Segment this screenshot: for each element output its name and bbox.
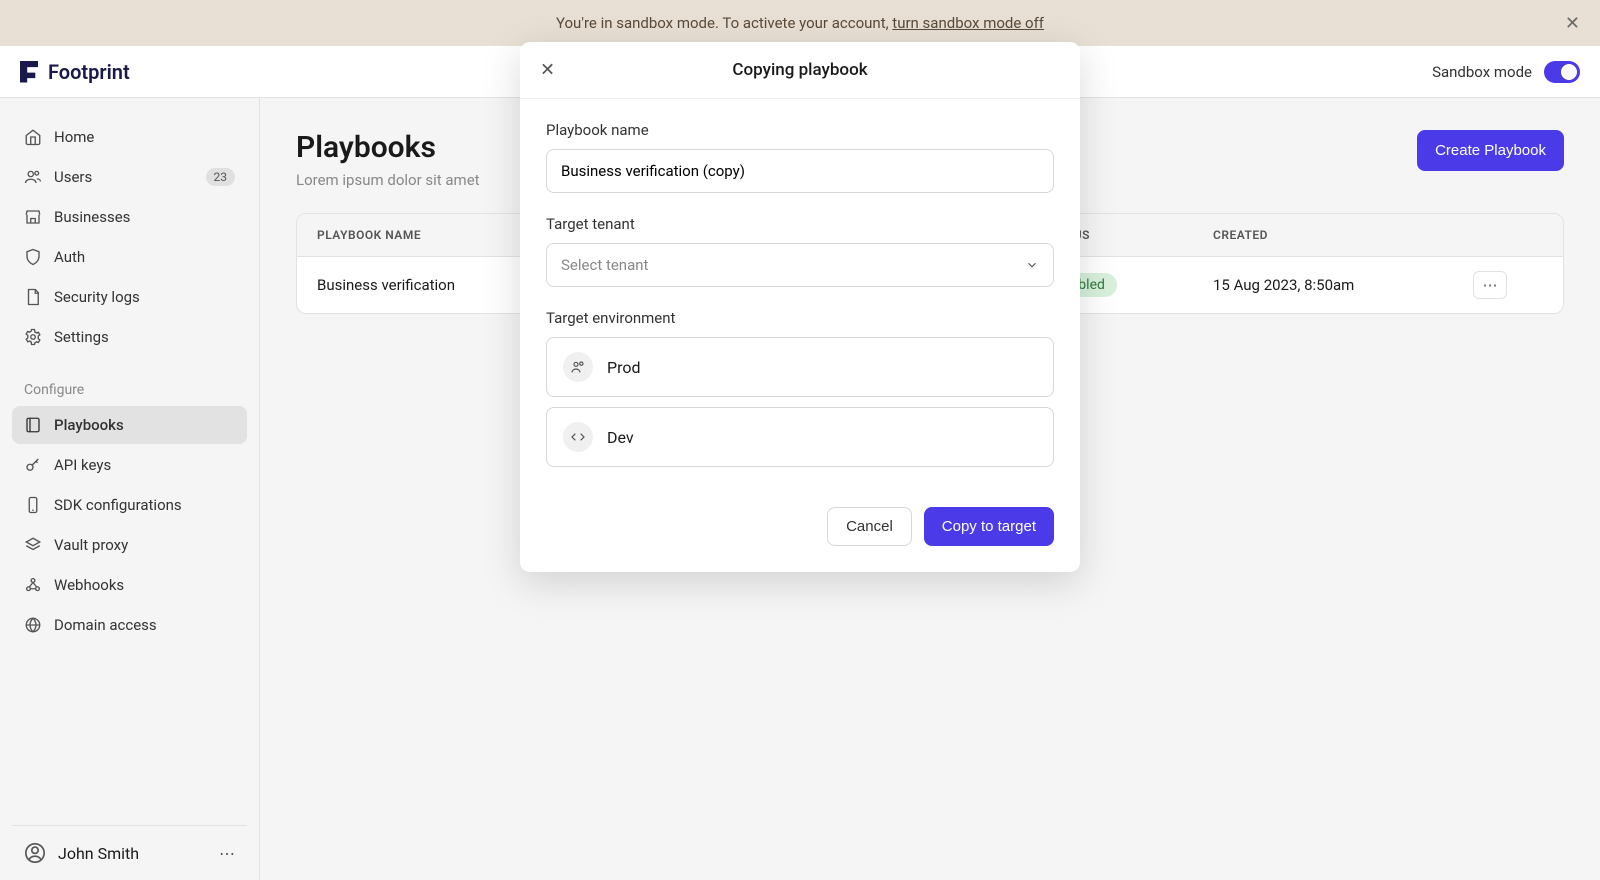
- book-icon: [24, 416, 42, 434]
- copy-to-target-button[interactable]: Copy to target: [924, 507, 1054, 546]
- sidebar-item-sdk-config[interactable]: SDK configurations: [12, 486, 247, 524]
- sidebar-item-auth[interactable]: Auth: [12, 238, 247, 276]
- row-created: 15 Aug 2023, 8:50am: [1213, 276, 1473, 294]
- home-icon: [24, 128, 42, 146]
- footprint-logo-icon: [20, 61, 38, 83]
- tenant-placeholder: Select tenant: [561, 256, 648, 274]
- sidebar-item-domain-access[interactable]: Domain access: [12, 606, 247, 644]
- gear-icon: [24, 328, 42, 346]
- sandbox-banner: You're in sandbox mode. To activete your…: [0, 0, 1600, 46]
- env-option-prod[interactable]: Prod: [546, 337, 1054, 397]
- create-playbook-button[interactable]: Create Playbook: [1417, 130, 1564, 171]
- layers-icon: [24, 536, 42, 554]
- modal-header: ✕ Copying playbook: [520, 42, 1080, 99]
- playbook-name-label: Playbook name: [546, 121, 1054, 139]
- target-env-label: Target environment: [546, 309, 1054, 327]
- banner-text: You're in sandbox mode. To activete your…: [556, 14, 1044, 32]
- sandbox-toggle[interactable]: [1544, 61, 1580, 83]
- users-count-badge: 23: [206, 168, 236, 186]
- key-icon: [24, 456, 42, 474]
- sidebar-item-settings[interactable]: Settings: [12, 318, 247, 356]
- target-tenant-select[interactable]: Select tenant: [546, 243, 1054, 287]
- shield-icon: [24, 248, 42, 266]
- cancel-button[interactable]: Cancel: [827, 507, 912, 546]
- sidebar-item-webhooks[interactable]: Webhooks: [12, 566, 247, 604]
- modal-title: Copying playbook: [732, 60, 867, 80]
- page-subtitle: Lorem ipsum dolor sit amet: [296, 171, 480, 189]
- configure-section-label: Configure: [12, 374, 247, 406]
- turn-sandbox-off-link[interactable]: turn sandbox mode off: [892, 14, 1044, 32]
- sidebar-item-vault-proxy[interactable]: Vault proxy: [12, 526, 247, 564]
- sidebar-item-api-keys[interactable]: API keys: [12, 446, 247, 484]
- sidebar: Home Users 23 Businesses Auth Security l…: [0, 98, 260, 880]
- sidebar-item-home[interactable]: Home: [12, 118, 247, 156]
- sidebar-item-users[interactable]: Users 23: [12, 158, 247, 196]
- sidebar-item-playbooks[interactable]: Playbooks: [12, 406, 247, 444]
- env-option-dev[interactable]: Dev: [546, 407, 1054, 467]
- playbook-name-input[interactable]: [546, 149, 1054, 193]
- row-menu-button[interactable]: ⋯: [1473, 271, 1507, 299]
- device-icon: [24, 496, 42, 514]
- sandbox-toggle-group: Sandbox mode: [1432, 61, 1580, 83]
- users-icon: [24, 168, 42, 186]
- sandbox-label: Sandbox mode: [1432, 63, 1532, 81]
- code-icon: [563, 422, 593, 452]
- globe-icon: [24, 616, 42, 634]
- sidebar-user: John Smith ⋯: [12, 825, 247, 880]
- user-menu-icon[interactable]: ⋯: [219, 844, 235, 863]
- target-tenant-label: Target tenant: [546, 215, 1054, 233]
- col-created: CREATED: [1213, 228, 1473, 242]
- sidebar-item-security-logs[interactable]: Security logs: [12, 278, 247, 316]
- sidebar-item-businesses[interactable]: Businesses: [12, 198, 247, 236]
- modal-close-icon[interactable]: ✕: [540, 60, 555, 81]
- page-title: Playbooks: [296, 130, 480, 165]
- chevron-down-icon: [1025, 258, 1039, 272]
- brand-logo[interactable]: Footprint: [20, 60, 130, 84]
- avatar-icon: [24, 842, 46, 864]
- users-group-icon: [563, 352, 593, 382]
- file-icon: [24, 288, 42, 306]
- banner-close-icon[interactable]: ✕: [1565, 13, 1580, 34]
- copy-playbook-modal: ✕ Copying playbook Playbook name Target …: [520, 42, 1080, 572]
- store-icon: [24, 208, 42, 226]
- webhook-icon: [24, 576, 42, 594]
- user-name: John Smith: [58, 844, 139, 863]
